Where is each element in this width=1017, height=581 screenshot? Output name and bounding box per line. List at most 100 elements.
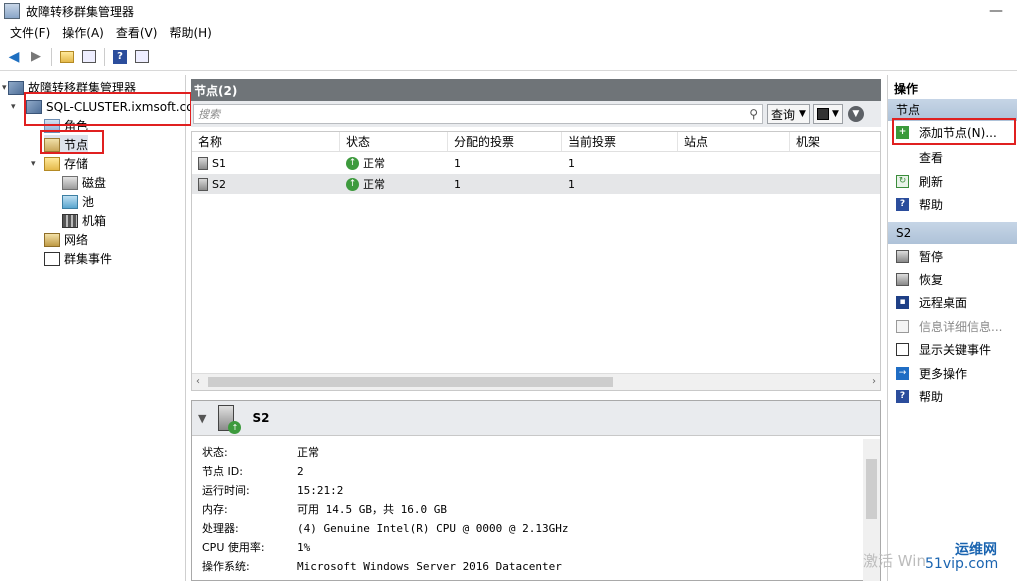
action-label: 恢复 (919, 272, 944, 287)
tree-item-pools[interactable]: 池 (62, 192, 94, 211)
tree-item-cluster-events[interactable]: 群集事件 (44, 249, 112, 268)
show-hide-tree-icon[interactable] (79, 47, 99, 67)
menu-view[interactable]: 查看(V) (110, 24, 164, 41)
resume-action[interactable]: 恢复 (888, 268, 1017, 290)
status-up-icon: ↑ (346, 177, 359, 191)
help-action-s2[interactable]: ? 帮助 (888, 385, 1017, 407)
tree-item-enclosures[interactable]: 机箱 (62, 211, 106, 230)
action-label: 显示关键事件 (919, 342, 992, 357)
search-bar: 搜索 ⚲ 查询 ▼ ▼ ▼ (191, 101, 881, 127)
info-details-action[interactable]: 信息详细信息... (888, 315, 1017, 337)
column-header-status[interactable]: 状态 (340, 132, 448, 151)
tree-item-storage[interactable]: 存储 (44, 154, 88, 173)
prop-row: 内存: 可用 14.5 GB，共 16.0 GB (202, 500, 447, 518)
action-label: 刷新 (919, 174, 944, 189)
pause-action[interactable]: 暂停 (888, 245, 1017, 267)
back-arrow-icon[interactable]: ◀ (4, 47, 24, 67)
remote-desktop-action[interactable]: ▪ 远程桌面 (888, 291, 1017, 313)
toolbar: ◀ ▶ ? (0, 43, 1017, 71)
cell-status: ↑ 正常 (340, 176, 448, 192)
actions-section-s2[interactable]: S2 (888, 222, 1017, 244)
scroll-left-icon[interactable]: ‹ (196, 376, 200, 387)
prop-value: 15:21:2 (297, 483, 344, 497)
title-bar: 故障转移群集管理器 — (0, 0, 1017, 22)
prop-key: 操作系统: (202, 560, 250, 573)
pool-icon (62, 194, 78, 209)
view-icon (896, 151, 909, 164)
detail-header[interactable]: ▼ ↑ S2 (192, 401, 880, 436)
refresh-action[interactable]: ↻ 刷新 (888, 170, 1017, 192)
prop-key: 状态: (202, 446, 228, 459)
column-header-assigned-vote[interactable]: 分配的投票 (448, 132, 562, 151)
column-header-rack[interactable]: 机架 (790, 132, 880, 151)
column-header-site[interactable]: 站点 (678, 132, 790, 151)
tree-item-networks[interactable]: 网络 (44, 230, 88, 249)
actions-title: 操作 (888, 79, 1017, 99)
status-up-icon: ↑ (228, 421, 242, 434)
detail-pane: ▼ ↑ S2 状态: 正常 节点 ID: 2 运行时间: 15:21:2 内存: 可用 … (191, 400, 881, 581)
cluster-manager-icon (8, 80, 24, 95)
table-row[interactable]: S1 ↑ 正常 1 1 (192, 153, 880, 173)
toolbar-separator (51, 47, 52, 66)
menu-action[interactable]: 操作(A) (56, 24, 110, 41)
dropdown-arrow-icon: ▼ (799, 109, 806, 119)
query-button[interactable]: 查询 ▼ (767, 104, 810, 124)
prop-value: 2 (297, 464, 304, 478)
prop-key: 节点 ID: (202, 465, 243, 478)
remote-desktop-icon: ▪ (896, 295, 909, 309)
watermark-sub: 51vip.com (925, 556, 999, 572)
prop-row: 状态: 正常 (202, 443, 319, 461)
forward-arrow-icon[interactable]: ▶ (26, 47, 46, 67)
prop-value: Microsoft Windows Server 2016 Datacenter (297, 559, 562, 573)
search-input[interactable]: 搜索 ⚲ (193, 104, 763, 124)
more-actions-icon: → (896, 366, 909, 380)
show-action-pane-icon[interactable] (132, 47, 152, 67)
help-action[interactable]: ? 帮助 (888, 193, 1017, 215)
resume-node-icon (896, 272, 909, 286)
help-icon: ? (896, 389, 909, 403)
up-folder-icon[interactable] (57, 47, 77, 67)
more-actions-action[interactable]: → 更多操作 (888, 362, 1017, 384)
scrollbar-thumb[interactable] (208, 377, 613, 387)
collapse-root-icon[interactable]: ▾ (2, 83, 7, 93)
horizontal-scrollbar[interactable]: ‹ › (192, 373, 880, 390)
event-log-icon (896, 342, 909, 356)
tree-item-label: 存储 (64, 157, 89, 171)
prop-row: 处理器: (4) Genuine Intel(R) CPU @ 0000 @ 2.… (202, 519, 569, 537)
save-query-button[interactable]: ▼ (812, 104, 843, 124)
prop-value: (4) Genuine Intel(R) CPU @ 0000 @ 2.13GH… (297, 521, 569, 535)
cluster-manager-icon (4, 3, 20, 19)
menu-help[interactable]: 帮助(H) (163, 24, 217, 41)
menu-file[interactable]: 文件(F) (4, 24, 56, 41)
cell-assigned-vote: 1 (454, 156, 461, 170)
column-header-name[interactable]: 名称 (192, 132, 340, 151)
action-label: 暂停 (919, 249, 944, 264)
tree-item-label: 池 (82, 195, 95, 209)
collapse-circle-icon[interactable]: ▼ (847, 106, 864, 122)
action-label: 远程桌面 (919, 295, 968, 310)
search-icon[interactable]: ⚲ (749, 107, 758, 121)
column-header-current-vote[interactable]: 当前投票 (562, 132, 678, 151)
collapse-storage-icon[interactable]: ▾ (31, 159, 36, 169)
scrollbar-thumb[interactable] (866, 459, 877, 519)
prop-row: 操作系统: Microsoft Windows Server 2016 Datac… (202, 557, 562, 575)
prop-key: 处理器: (202, 522, 239, 535)
node-status: 正常 (363, 178, 385, 191)
view-action[interactable]: 查看 (888, 146, 1017, 168)
prop-value: 可用 14.5 GB，共 16.0 GB (297, 503, 447, 516)
chevron-down-icon[interactable]: ▼ (198, 412, 206, 425)
minimize-icon[interactable]: — (989, 3, 1003, 19)
toolbar-separator (104, 47, 105, 66)
highlight-add-node (892, 118, 1016, 145)
menu-bar: 文件(F) 操作(A) 查看(V) 帮助(H) (0, 22, 1017, 42)
table-row[interactable]: S2 ↑ 正常 1 1 (192, 174, 880, 194)
show-critical-events-action[interactable]: 显示关键事件 (888, 338, 1017, 360)
detail-node-name: S2 (252, 411, 270, 425)
nodes-table: 名称 状态 分配的投票 当前投票 站点 机架 S1 ↑ 正常 1 1 S2 ↑ … (191, 131, 881, 391)
help-icon[interactable]: ? (110, 47, 130, 67)
tree-item-disks[interactable]: 磁盘 (62, 173, 106, 192)
collapse-cluster-icon[interactable]: ▾ (11, 102, 16, 112)
scroll-right-icon[interactable]: › (872, 376, 876, 387)
cell-current-vote: 1 (568, 156, 575, 170)
server-icon: ↑ (218, 405, 242, 434)
